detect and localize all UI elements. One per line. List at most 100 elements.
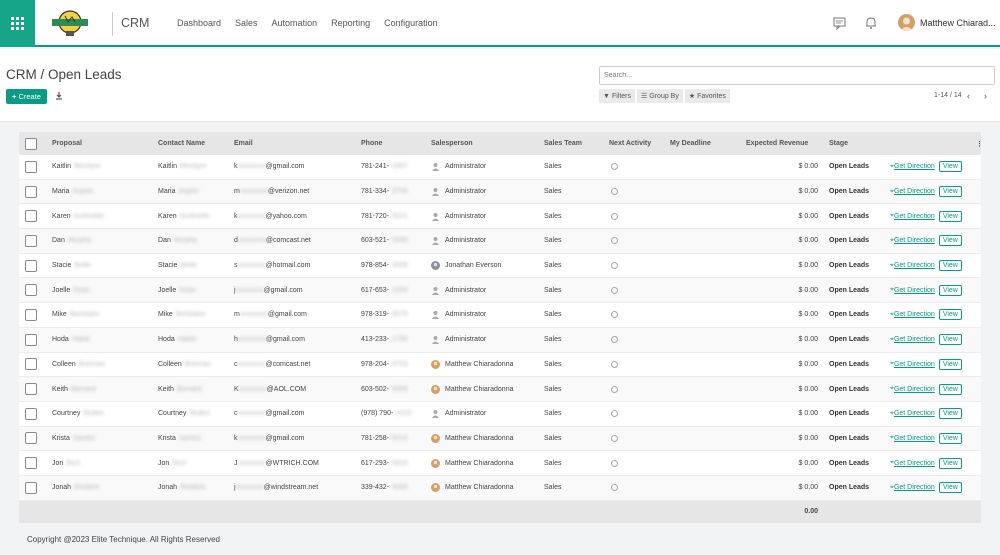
get-direction-link[interactable]: Get Direction [894, 237, 935, 244]
clock-icon[interactable] [611, 212, 618, 220]
col-contact-name[interactable]: Contact Name [158, 132, 205, 155]
row-checkbox[interactable] [25, 333, 37, 346]
view-button[interactable]: View [938, 210, 962, 222]
get-direction-link[interactable]: Get Direction [894, 435, 935, 442]
optional-columns-icon[interactable]: ⋮ [976, 132, 983, 155]
table-row[interactable]: Keith Bernard Keith Bernard Kxxxxxxxx @AOL.CO… [19, 377, 981, 402]
table-row[interactable]: Krista Santos Krista Santos k xxxxxxxx @gmail.… [19, 426, 981, 452]
get-direction-link[interactable]: Get Direction [894, 163, 935, 170]
get-direction-link[interactable]: Get Direction [894, 484, 935, 491]
row-checkbox[interactable] [25, 383, 37, 396]
menu-reporting[interactable]: Reporting [331, 18, 370, 28]
clock-icon[interactable] [611, 262, 618, 270]
row-checkbox[interactable] [25, 210, 37, 223]
user-name[interactable]: Matthew Chiarad... [920, 18, 996, 28]
table-row[interactable]: Mike Bertolami Mike Bertolami m xxxxxxxx @gmai… [19, 303, 981, 328]
table-row[interactable]: Dan Murphy Dan Murphy d xxxxxxxx @comcast.net 6… [19, 229, 981, 254]
table-row[interactable]: Kaitlin Mcintyre Kaitlin Mcintyre k xxxxxxxx @… [19, 155, 981, 180]
view-button[interactable]: View [938, 161, 962, 173]
chevron-right-icon[interactable]: › [984, 91, 987, 101]
clock-icon[interactable] [611, 360, 618, 368]
search-input[interactable] [600, 67, 994, 84]
row-checkbox[interactable] [25, 308, 37, 321]
menu-dashboard[interactable]: Dashboard [177, 18, 221, 28]
row-checkbox[interactable] [25, 457, 37, 470]
download-icon[interactable] [53, 90, 65, 102]
view-button[interactable]: View [938, 408, 962, 420]
get-direction-link[interactable]: Get Direction [894, 262, 935, 269]
row-checkbox[interactable] [25, 481, 37, 494]
clock-icon[interactable] [611, 484, 618, 492]
table-row[interactable]: Courtney Mullen Courtney Mullen c xxxxxxxx @gm… [19, 402, 981, 427]
clock-icon[interactable] [611, 188, 618, 196]
row-checkbox[interactable] [25, 407, 37, 420]
col-expected-revenue[interactable]: Expected Revenue [746, 132, 808, 155]
col-email[interactable]: Email [234, 132, 253, 155]
view-button[interactable]: View [938, 358, 962, 370]
col-my-deadline[interactable]: My Deadline [670, 132, 711, 155]
menu-configuration[interactable]: Configuration [384, 18, 438, 28]
clock-icon[interactable] [611, 385, 618, 393]
menu-automation[interactable]: Automation [272, 18, 318, 28]
clock-icon[interactable] [611, 163, 618, 171]
view-button[interactable]: View [938, 334, 962, 346]
clock-icon[interactable] [611, 311, 618, 319]
user-avatar[interactable] [898, 14, 915, 31]
col-salesperson[interactable]: Salesperson [431, 132, 473, 155]
view-button[interactable]: View [938, 482, 962, 494]
create-button[interactable]: + Create [6, 89, 47, 104]
get-direction-link[interactable]: Get Direction [894, 213, 935, 220]
company-logo[interactable] [50, 8, 90, 42]
table-row[interactable]: Joelle Dean Joelle Dean j xxxxxxxx @gmail.com 6… [19, 278, 981, 304]
apps-menu-button[interactable] [0, 0, 35, 47]
group-by-button[interactable]: ☰ Group By [637, 89, 683, 103]
bell-icon[interactable] [864, 16, 878, 30]
table-row[interactable]: Maria Argolo Maria Argolo m xxxxxxxx @verizon.… [19, 179, 981, 205]
clock-icon[interactable] [611, 237, 618, 245]
table-row[interactable]: Jon Rich Jon Rich Jxxxxxxxx @WTRICH.COM 617-29… [19, 451, 981, 476]
get-direction-link[interactable]: Get Direction [894, 460, 935, 467]
row-checkbox[interactable] [25, 185, 37, 198]
get-direction-link[interactable]: Get Direction [894, 287, 935, 294]
view-button[interactable]: View [938, 260, 962, 272]
view-button[interactable]: View [938, 432, 962, 444]
view-button[interactable]: View [938, 309, 962, 321]
table-row[interactable]: Jonah Reddick Jonah Reddick j xxxxxxxx @windst… [19, 475, 981, 501]
row-checkbox[interactable] [25, 432, 37, 445]
get-direction-link[interactable]: Get Direction [894, 361, 935, 368]
clock-icon[interactable] [611, 410, 618, 418]
row-checkbox[interactable] [25, 160, 37, 173]
get-direction-link[interactable]: Get Direction [894, 336, 935, 343]
col-sales-team[interactable]: Sales Team [544, 132, 582, 155]
view-button[interactable]: View [938, 457, 962, 469]
row-checkbox[interactable] [25, 358, 37, 371]
row-checkbox[interactable] [25, 259, 37, 272]
col-proposal[interactable]: Proposal [52, 132, 82, 155]
table-row[interactable]: Colleen Brennan Colleen Brennan c xxxxxxxx @co… [19, 353, 981, 378]
get-direction-link[interactable]: Get Direction [894, 410, 935, 417]
messages-icon[interactable] [833, 16, 847, 30]
clock-icon[interactable] [611, 286, 618, 294]
filters-button[interactable]: ▼ Filters [599, 89, 635, 103]
clock-icon[interactable] [611, 459, 618, 467]
view-button[interactable]: View [938, 383, 962, 395]
select-all-checkbox[interactable] [25, 137, 37, 150]
col-stage[interactable]: Stage [829, 132, 848, 155]
col-next-activity[interactable]: Next Activity [609, 132, 651, 155]
row-checkbox[interactable] [25, 234, 37, 247]
clock-icon[interactable] [611, 336, 618, 344]
get-direction-link[interactable]: Get Direction [894, 311, 935, 318]
clock-icon[interactable] [611, 434, 618, 442]
favorites-button[interactable]: ★ Favorites [684, 89, 730, 103]
row-checkbox[interactable] [25, 284, 37, 297]
menu-sales[interactable]: Sales [235, 18, 258, 28]
table-row[interactable]: Hoda Habib Hoda Habib h xxxxxxxx @gmail.com 413… [19, 327, 981, 353]
view-button[interactable]: View [938, 284, 962, 296]
app-name[interactable]: CRM [121, 16, 149, 30]
chevron-left-icon[interactable]: ‹ [967, 91, 970, 101]
view-button[interactable]: View [938, 235, 962, 247]
get-direction-link[interactable]: Get Direction [894, 386, 935, 393]
col-phone[interactable]: Phone [361, 132, 382, 155]
view-button[interactable]: View [938, 186, 962, 198]
table-row[interactable]: Karen Guilmette Karen Guilmette k xxxxxxxx @ya… [19, 204, 981, 230]
